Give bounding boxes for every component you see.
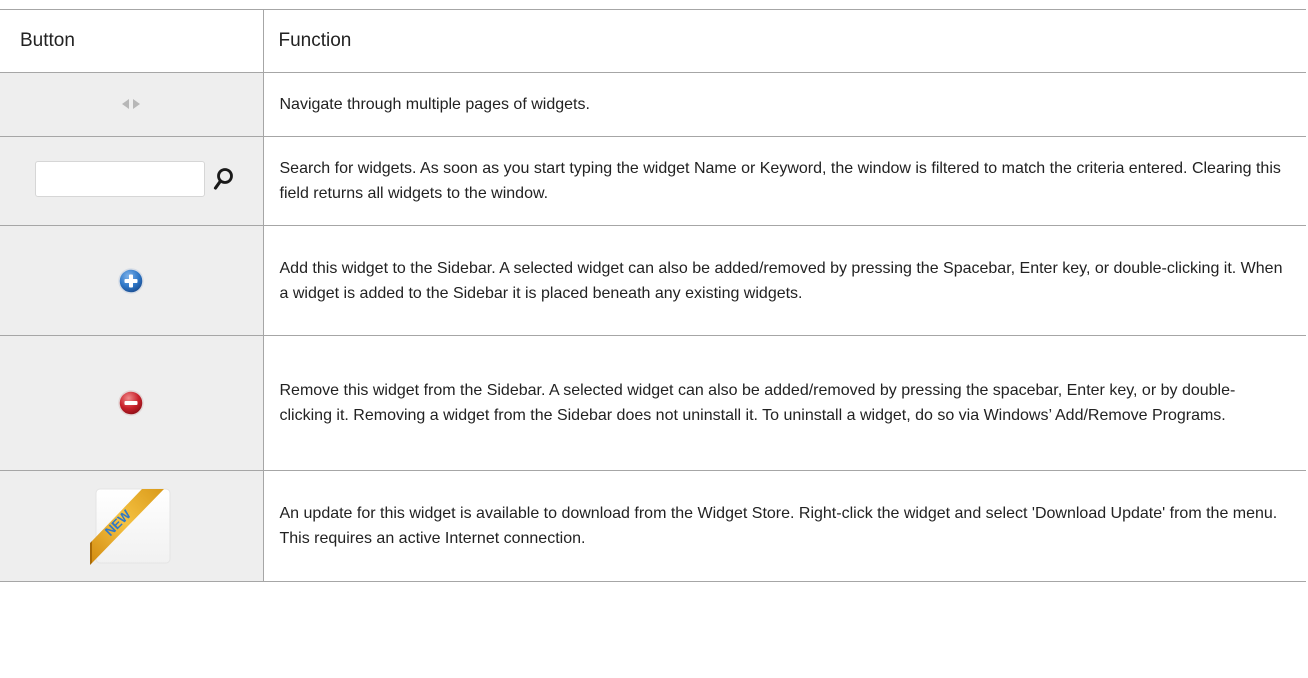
button-cell xyxy=(0,225,264,336)
widget-buttons-table: Button Function Navigate through multipl… xyxy=(0,9,1306,582)
search-control xyxy=(35,160,235,197)
table-row: NEW An update for this widget is availab… xyxy=(0,470,1306,582)
table-row: Search for widgets. As soon as you start… xyxy=(0,136,1306,226)
arrow-right-icon[interactable] xyxy=(133,98,141,109)
magnifier-icon[interactable] xyxy=(213,167,235,191)
add-plus-icon[interactable] xyxy=(1,267,262,294)
button-cell: NEW xyxy=(0,470,264,582)
button-cell xyxy=(0,72,264,137)
button-column-header: Button xyxy=(0,9,264,73)
table-row: Add this widget to the Sidebar. A select… xyxy=(0,225,1306,336)
function-description: Search for widgets. As soon as you start… xyxy=(263,136,1306,226)
button-cell xyxy=(0,335,264,471)
remove-minus-icon[interactable] xyxy=(1,390,262,416)
table-row: Remove this widget from the Sidebar. A s… xyxy=(0,335,1306,471)
function-description: Remove this widget from the Sidebar. A s… xyxy=(263,335,1306,471)
table-header-row: Button Function xyxy=(0,9,1306,73)
nav-arrows-icon[interactable] xyxy=(122,98,141,109)
function-description: Navigate through multiple pages of widge… xyxy=(263,72,1306,137)
button-cell xyxy=(0,136,264,226)
new-ribbon-icon: NEW xyxy=(90,483,172,565)
function-column-header: Function xyxy=(263,9,1306,73)
arrow-left-icon[interactable] xyxy=(122,98,130,109)
search-input[interactable] xyxy=(35,160,206,197)
function-description: An update for this widget is available t… xyxy=(263,470,1306,582)
function-description: Add this widget to the Sidebar. A select… xyxy=(263,225,1306,336)
table-row: Navigate through multiple pages of widge… xyxy=(0,72,1306,137)
